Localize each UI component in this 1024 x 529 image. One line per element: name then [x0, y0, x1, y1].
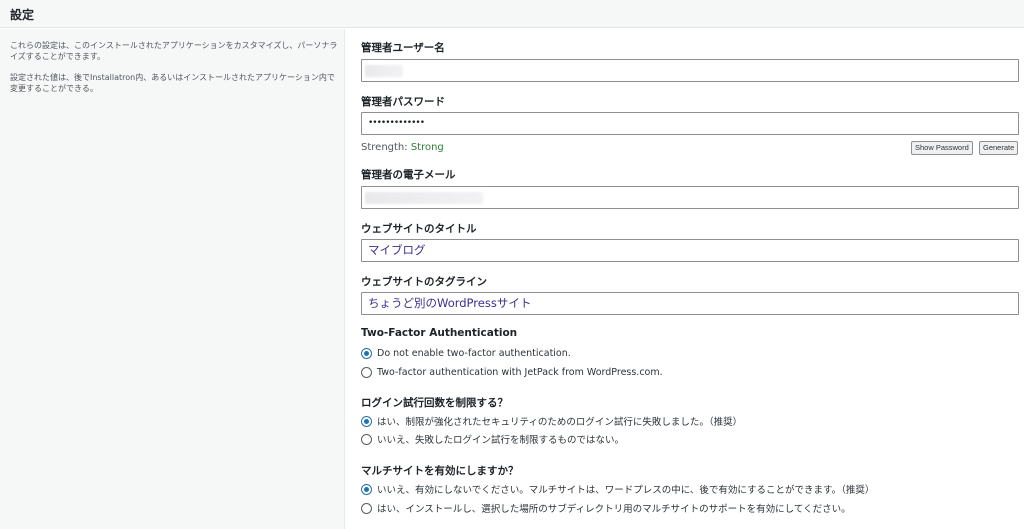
settings-description-2: 設定された値は、後でInstallatron内、あるいはインストールされたアプリ…: [10, 73, 335, 93]
settings-description-1: これらの設定は、このインストールされたアプリケーションをカスタマイズし、パーソナ…: [10, 41, 338, 61]
admin-email-input[interactable]: [361, 186, 1019, 209]
settings-header: 設定: [0, 0, 1024, 28]
settings-description-panel: これらの設定は、このインストールされたアプリケーションをカスタマイズし、パーソナ…: [0, 29, 345, 529]
site-tagline-input[interactable]: ちょうど別のWordPressサイト: [361, 292, 1019, 315]
redacted-mask: [365, 192, 483, 204]
radio-button[interactable]: [361, 347, 372, 359]
radio-button[interactable]: [361, 433, 372, 445]
page-title: 設定: [10, 8, 35, 22]
admin-username-label: 管理者ユーザー名: [361, 42, 445, 54]
password-strength-value: Strong: [410, 142, 444, 153]
two-factor-option-disable[interactable]: Do not enable two-factor authentication.: [361, 346, 571, 360]
radio-label: いいえ、有効にしないでください。マルチサイトは、ワードプレスの中に、後で有効にす…: [377, 485, 875, 496]
two-factor-label: Two-Factor Authentication: [361, 327, 518, 339]
multisite-label: マルチサイトを有効にしますか？: [361, 465, 519, 477]
site-tagline-label: ウェブサイトのタグライン: [361, 276, 487, 288]
redacted-mask: [365, 65, 403, 77]
limit-login-label: ログイン試行回数を制限する？: [361, 397, 508, 409]
admin-username-input[interactable]: [361, 59, 1019, 82]
multisite-option-yes[interactable]: はい、インストールし、選択した場所のサブディレクトリ用のマルチサイトのサポートを…: [361, 501, 851, 515]
radio-button[interactable]: [361, 415, 372, 427]
two-factor-option-jetpack[interactable]: Two-factor authentication with JetPack f…: [361, 365, 663, 379]
password-strength-label: Strength:: [361, 142, 411, 153]
site-title-input[interactable]: マイブログ: [361, 239, 1019, 262]
limit-login-option-no[interactable]: いいえ、失敗したログイン試行を制限するものではない。: [361, 432, 624, 446]
password-strength: Strength: Strong: [361, 142, 444, 153]
multisite-option-no[interactable]: いいえ、有効にしないでください。マルチサイトは、ワードプレスの中に、後で有効にす…: [361, 482, 874, 496]
show-password-button[interactable]: Show Password: [911, 141, 973, 155]
admin-email-label: 管理者の電子メール: [361, 169, 456, 181]
radio-label: はい、インストールし、選択した場所のサブディレクトリ用のマルチサイトのサポートを…: [377, 504, 851, 515]
radio-button[interactable]: [361, 502, 372, 514]
radio-label: Two-factor authentication with JetPack f…: [377, 366, 663, 378]
generate-password-button[interactable]: Generate: [979, 141, 1019, 155]
admin-password-label: 管理者パスワード: [361, 96, 445, 108]
limit-login-option-yes[interactable]: はい、制限が強化されたセキュリティのためのログイン試行に失敗しました。（推奨）: [361, 414, 742, 428]
site-title-label: ウェブサイトのタイトル: [361, 223, 477, 235]
radio-button[interactable]: [361, 483, 372, 495]
radio-label: はい、制限が強化されたセキュリティのためのログイン試行に失敗しました。（推奨）: [377, 417, 743, 428]
admin-password-value: •••••••••••••: [368, 118, 425, 128]
admin-password-input[interactable]: •••••••••••••: [361, 112, 1019, 135]
radio-label: いいえ、失敗したログイン試行を制限するものではない。: [377, 435, 625, 446]
radio-label: Do not enable two-factor authentication.: [377, 347, 571, 359]
radio-button[interactable]: [361, 366, 372, 378]
